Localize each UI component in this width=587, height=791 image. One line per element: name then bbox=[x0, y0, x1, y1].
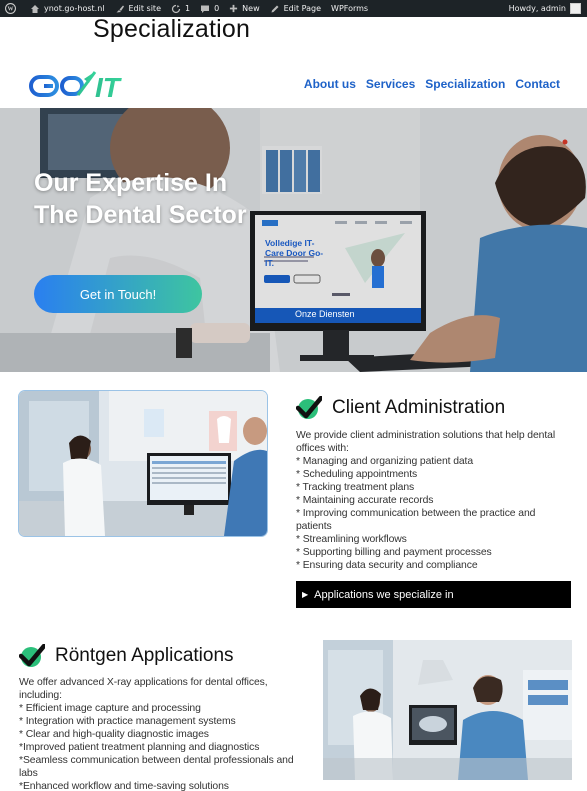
updates-count: 1 bbox=[184, 4, 191, 13]
comment-icon bbox=[201, 5, 210, 13]
monitor-footer: Onze Diensten bbox=[295, 309, 355, 319]
client-admin-intro: We provide client administration solutio… bbox=[296, 430, 556, 454]
list-item: * Improving communication between the pr… bbox=[296, 508, 536, 532]
list-item: * Ensuring data security and compliance bbox=[296, 560, 478, 571]
edit-page-label: Edit Page bbox=[283, 4, 322, 13]
wpforms-link[interactable]: WPForms bbox=[326, 0, 373, 17]
list-item: * Efficient image capture and processing bbox=[19, 703, 201, 714]
rontgen-text: We offer advanced X-ray applications for… bbox=[19, 676, 301, 791]
list-item: * Streamlining workflows bbox=[296, 534, 407, 545]
my-account-link[interactable]: Howdy, admin bbox=[509, 3, 587, 14]
rontgen-heading: Röntgen Applications bbox=[19, 644, 234, 668]
accordion-label: Applications we specialize in bbox=[314, 588, 454, 601]
triangle-right-icon: ▶ bbox=[302, 590, 309, 599]
client-admin-heading: Client Administration bbox=[296, 396, 505, 420]
list-item: * Scheduling appointments bbox=[296, 469, 418, 480]
list-item: * Supporting billing and payment process… bbox=[296, 547, 492, 558]
plus-icon bbox=[230, 4, 238, 13]
nav-specialization[interactable]: Specialization bbox=[425, 77, 505, 91]
comments-count: 0 bbox=[214, 4, 220, 13]
list-item: * Managing and organizing patient data bbox=[296, 456, 474, 467]
list-item: *Enhanced workflow and time-saving solut… bbox=[19, 781, 229, 791]
client-admin-title: Client Administration bbox=[332, 397, 506, 418]
list-item: *Improved patient treatment planning and… bbox=[19, 742, 260, 753]
wordpress-icon: W bbox=[5, 3, 16, 14]
monitor-heading: Volledige IT-Care Door Go-IT. bbox=[265, 238, 324, 268]
applications-accordion-toggle[interactable]: ▶ Applications we specialize in bbox=[296, 581, 571, 608]
list-item: *Seamless communication between dental p… bbox=[19, 755, 294, 779]
brush-icon bbox=[116, 5, 124, 12]
svg-text:W: W bbox=[7, 7, 13, 13]
avatar bbox=[570, 3, 581, 14]
list-item: * Tracking treatment plans bbox=[296, 482, 415, 493]
edit-site-label: Edit site bbox=[128, 4, 161, 13]
wpforms-label: WPForms bbox=[331, 4, 369, 13]
home-icon bbox=[31, 4, 39, 13]
edit-page-link[interactable]: Edit Page bbox=[265, 0, 326, 17]
svg-text:IT: IT bbox=[95, 72, 123, 101]
get-in-touch-button[interactable]: Get in Touch! bbox=[34, 275, 202, 313]
list-item: * Integration with practice management s… bbox=[19, 716, 236, 727]
refresh-icon bbox=[171, 4, 181, 13]
client-admin-photo bbox=[19, 391, 267, 536]
hero-banner: Volledige IT-Care Door Go-IT. Onze Diens… bbox=[0, 108, 587, 372]
xray-room-image bbox=[323, 640, 572, 780]
hero-title: Our Expertise In The Dental Sector bbox=[34, 169, 247, 229]
new-label: New bbox=[242, 4, 260, 13]
wp-admin-bar: W ynot.go-host.nl Edit site 1 0 New Edit… bbox=[0, 0, 587, 17]
rontgen-intro: We offer advanced X-ray applications for… bbox=[19, 677, 268, 701]
nav-contact[interactable]: Contact bbox=[515, 77, 560, 91]
rontgen-title: Röntgen Applications bbox=[55, 645, 234, 666]
site-name-label: ynot.go-host.nl bbox=[44, 4, 105, 13]
main-nav: About us Services Specialization Contact bbox=[304, 77, 560, 91]
list-item: * Clear and high-quality diagnostic imag… bbox=[19, 729, 209, 740]
go-it-logo-icon: IT bbox=[29, 71, 123, 101]
nav-services[interactable]: Services bbox=[366, 77, 415, 91]
page-title: Specialization bbox=[93, 15, 251, 43]
dental-office-image bbox=[19, 391, 267, 536]
list-item: * Maintaining accurate records bbox=[296, 495, 434, 506]
nav-about-us[interactable]: About us bbox=[304, 77, 356, 91]
checkmark-icon bbox=[19, 644, 45, 667]
howdy-label: Howdy, admin bbox=[508, 4, 566, 13]
checkmark-icon bbox=[296, 396, 322, 419]
rontgen-photo bbox=[323, 640, 572, 780]
wordpress-logo-button[interactable]: W bbox=[0, 0, 25, 17]
pencil-icon bbox=[271, 5, 279, 12]
site-logo[interactable]: IT bbox=[29, 69, 131, 101]
client-admin-text: We provide client administration solutio… bbox=[296, 429, 558, 572]
